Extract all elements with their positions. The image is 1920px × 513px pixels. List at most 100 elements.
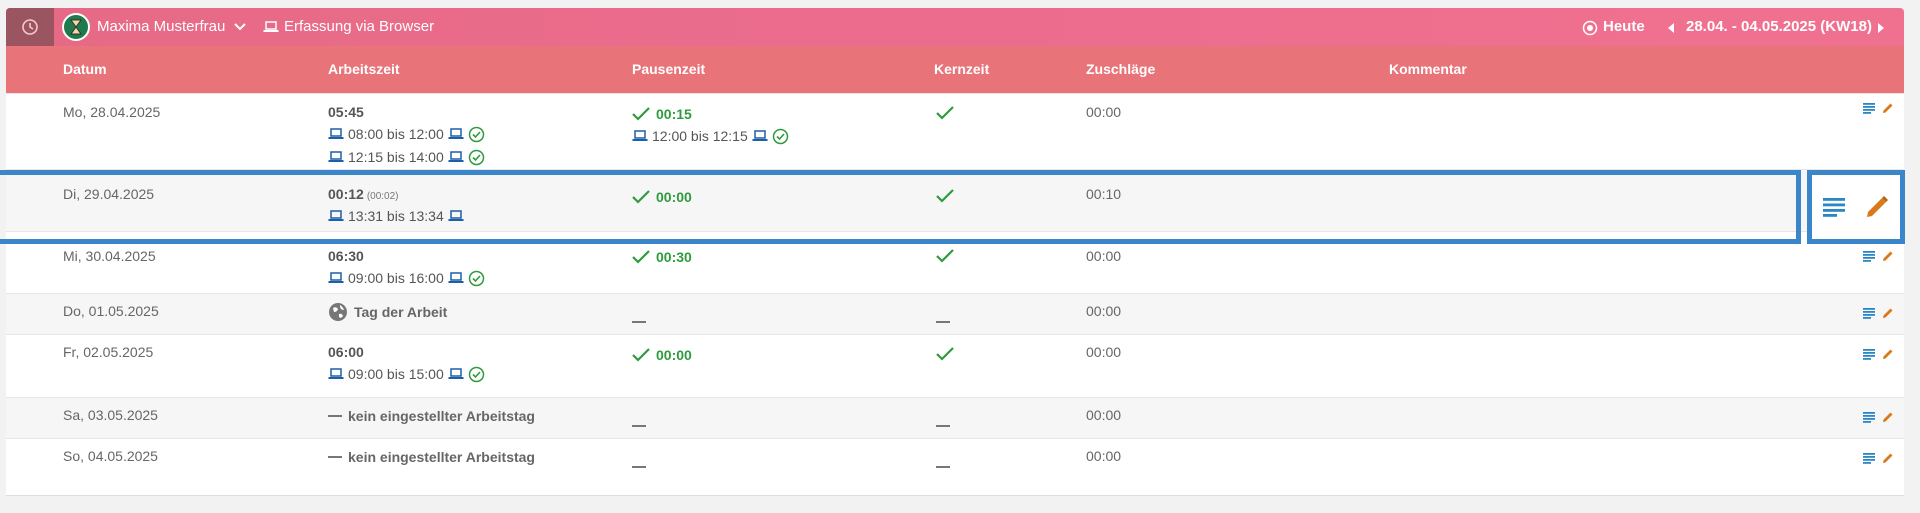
kernzeit-cell — [936, 249, 954, 266]
kernzeit-cell — [936, 347, 954, 364]
pencil-icon[interactable] — [1882, 452, 1894, 464]
check-circle-icon — [468, 270, 484, 286]
row-date: Mo, 28.04.2025 — [63, 104, 161, 120]
column-header-zuschlaege[interactable]: Zuschläge — [1086, 46, 1155, 93]
column-header-kernzeit[interactable]: Kernzeit — [934, 46, 989, 93]
laptop-icon — [328, 128, 344, 139]
row-date: Fr, 02.05.2025 — [63, 344, 154, 360]
check-circle-icon — [468, 149, 484, 165]
kernzeit-cell — [936, 417, 950, 433]
check-icon — [632, 190, 650, 204]
user-name[interactable]: Maxima Musterfrau — [97, 8, 225, 46]
row-actions — [1863, 250, 1894, 262]
work-cell: 06:00 09:00 bis 15:00 — [328, 344, 485, 383]
pause-value: 00:00 — [656, 189, 692, 205]
table-row[interactable]: So, 04.05.2025 kein eingestellter Arbeit… — [6, 438, 1904, 480]
work-cell: Tag der Arbeit — [328, 302, 447, 322]
table-row[interactable]: Mi, 30.04.2025 06:30 09:00 bis 16:00 00:… — [6, 231, 1904, 293]
dash-icon — [328, 456, 342, 458]
comment-lines-icon[interactable] — [1863, 307, 1875, 319]
laptop-icon — [328, 368, 344, 379]
pencil-icon[interactable] — [1882, 102, 1894, 114]
row-actions — [1863, 452, 1894, 464]
time-entry-text: 12:15 bis 14:00 — [348, 149, 444, 165]
pause-entry-text: 12:00 bis 12:15 — [652, 128, 748, 144]
kernzeit-cell — [936, 189, 954, 206]
laptop-icon — [448, 272, 464, 283]
avatar[interactable] — [62, 13, 90, 41]
row-date: Mi, 30.04.2025 — [63, 248, 156, 264]
table-row[interactable]: Di, 29.04.2025 00:12 (00:02) 13:31 bis 13… — [6, 169, 1904, 231]
work-total: 05:45 — [328, 104, 364, 120]
pencil-icon[interactable] — [1882, 348, 1894, 360]
dash-icon — [936, 466, 950, 469]
column-header-arbeitszeit[interactable]: Arbeitszeit — [328, 46, 400, 93]
next-week-button[interactable] — [1874, 21, 1888, 35]
check-icon — [632, 250, 650, 264]
zuschlag-value: 00:00 — [1086, 407, 1122, 423]
pencil-icon[interactable] — [1865, 195, 1889, 219]
check-icon — [632, 348, 650, 362]
laptop-icon — [448, 151, 464, 162]
laptop-icon — [328, 210, 344, 221]
dash-icon — [632, 321, 646, 324]
work-cell: kein eingestellter Arbeitstag — [328, 408, 535, 424]
time-entry[interactable]: 12:15 bis 14:00 — [328, 148, 485, 166]
kernzeit-cell — [936, 458, 950, 474]
time-entry[interactable]: 13:31 bis 13:34 — [328, 207, 464, 225]
clock-button[interactable] — [6, 8, 54, 46]
table-row[interactable]: Sa, 03.05.2025 kein eingestellter Arbeit… — [6, 397, 1904, 438]
zuschlag-value: 00:10 — [1086, 186, 1122, 202]
comment-lines-icon[interactable] — [1863, 348, 1875, 360]
kernzeit-cell — [936, 106, 954, 123]
check-icon — [632, 107, 650, 121]
dash-icon — [936, 321, 950, 324]
comment-lines-icon[interactable] — [1863, 102, 1875, 114]
column-header-pausenzeit[interactable]: Pausenzeit — [632, 46, 705, 93]
no-workday-label: kein eingestellter Arbeitstag — [348, 408, 535, 424]
comment-lines-icon[interactable] — [1823, 197, 1845, 217]
time-entry-text: 09:00 bis 15:00 — [348, 366, 444, 382]
laptop-icon — [632, 130, 648, 141]
target-icon[interactable] — [1582, 20, 1598, 36]
table-body: Mo, 28.04.2025 05:45 08:00 bis 12:00 12:… — [6, 93, 1904, 496]
laptop-icon — [263, 21, 279, 32]
dash-icon — [632, 466, 646, 469]
row-date: So, 04.05.2025 — [63, 448, 158, 464]
chevron-down-icon[interactable] — [233, 20, 247, 34]
today-button[interactable]: Heute — [1603, 8, 1645, 46]
dash-icon — [936, 425, 950, 428]
time-entry[interactable]: 09:00 bis 16:00 — [328, 269, 485, 287]
pause-cell: 00:30 — [632, 249, 692, 265]
prev-week-button[interactable] — [1664, 21, 1678, 35]
comment-lines-icon[interactable] — [1863, 250, 1875, 262]
holiday-label: Tag der Arbeit — [354, 304, 448, 320]
table-row[interactable]: Mo, 28.04.2025 05:45 08:00 bis 12:00 12:… — [6, 93, 1904, 169]
caret-right-icon — [1878, 23, 1884, 33]
time-entry[interactable]: 09:00 bis 15:00 — [328, 365, 485, 383]
column-header-datum[interactable]: Datum — [63, 46, 107, 93]
pencil-icon[interactable] — [1882, 411, 1894, 423]
comment-lines-icon[interactable] — [1863, 452, 1875, 464]
table-row[interactable]: Fr, 02.05.2025 06:00 09:00 bis 15:00 00:… — [6, 334, 1904, 397]
work-subtotal: (00:02) — [366, 191, 399, 202]
time-entry[interactable]: 08:00 bis 12:00 — [328, 125, 485, 143]
column-header-kommentar[interactable]: Kommentar — [1389, 46, 1467, 93]
highlight-actions-frame — [1807, 170, 1905, 244]
top-bar: Maxima Musterfrau Erfassung via Browser … — [6, 8, 1904, 46]
row-actions — [1863, 348, 1894, 360]
comment-lines-icon[interactable] — [1863, 411, 1875, 423]
kernzeit-cell — [936, 313, 950, 329]
table-row[interactable]: Do, 01.05.2025 Tag der Arbeit 00:00 — [6, 293, 1904, 334]
row-actions — [1863, 102, 1894, 114]
work-cell: 00:12 (00:02) 13:31 bis 13:34 — [328, 186, 464, 225]
check-circle-icon — [468, 366, 484, 382]
pencil-icon[interactable] — [1882, 307, 1894, 319]
work-cell: 06:30 09:00 bis 16:00 — [328, 248, 485, 287]
laptop-icon — [752, 130, 768, 141]
pencil-icon[interactable] — [1882, 250, 1894, 262]
row-actions — [1863, 307, 1894, 319]
laptop-icon — [448, 210, 464, 221]
pause-entry[interactable]: 12:00 bis 12:15 — [632, 127, 789, 145]
no-workday-label: kein eingestellter Arbeitstag — [348, 449, 535, 465]
